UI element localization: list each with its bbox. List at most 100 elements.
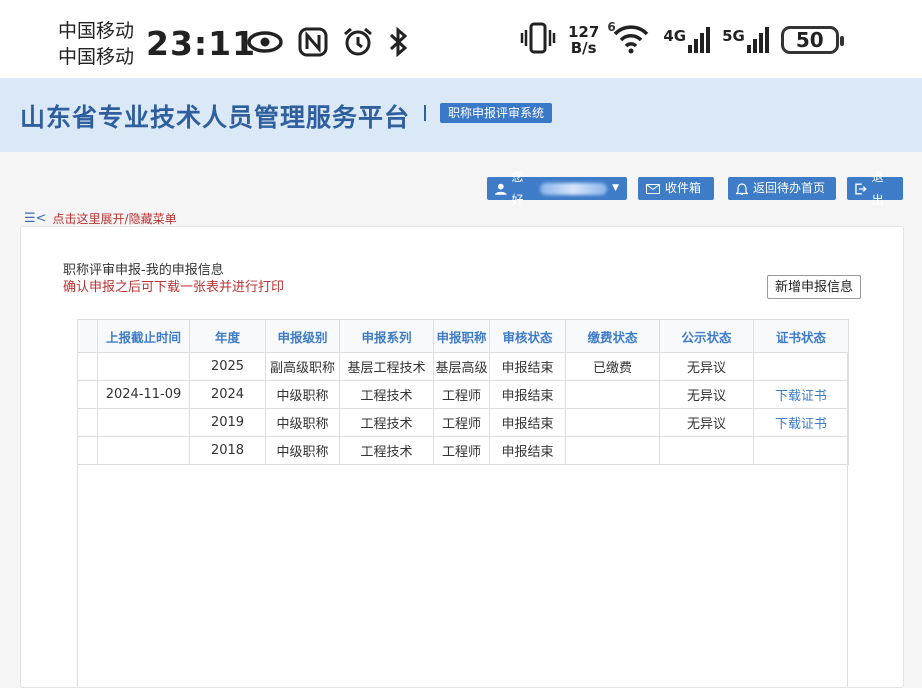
todo-home-label: 返回待办首页 [753, 181, 826, 195]
info-note: 确认申报之后可下载一张表并进行打印 [63, 280, 285, 295]
col-header-deadline[interactable]: 上报截止时间 [97, 319, 190, 353]
cell-publicity-status: 无异议 [659, 352, 754, 381]
carrier-1: 中国移动 [58, 20, 135, 42]
col-header-year[interactable]: 年度 [189, 319, 266, 353]
todo-home-button[interactable]: 返回待办首页 [728, 177, 836, 200]
signal-5g: 5G [722, 27, 769, 53]
toggle-menu-label: 点击这里展开/隐藏菜单 [52, 212, 177, 226]
bluetooth-icon [388, 26, 410, 62]
phone-status-bar: 中国移动 中国移动 23:11 127 B/s 6 4G 5G 50 [0, 0, 922, 78]
wifi-icon: 6 [607, 20, 651, 58]
user-menu-button[interactable]: 您好 ▼ [487, 170, 627, 207]
list-icon: ☰< [24, 211, 47, 226]
table-row[interactable]: 2018 中级职称 工程技术 工程师 申报结束 [77, 436, 849, 465]
row-blank [77, 408, 98, 437]
application-table: 上报截止时间 年度 申报级别 申报系列 申报职称 审核状态 缴费状态 公示状态 … [77, 319, 849, 465]
cell-level: 中级职称 [265, 380, 340, 409]
cell-payment-status [565, 436, 660, 465]
net-5g-label: 5G [722, 27, 745, 45]
cell-year: 2024 [189, 380, 266, 409]
bell-icon [736, 183, 748, 195]
toggle-menu-link[interactable]: ☰< 点击这里展开/隐藏菜单 [24, 210, 177, 227]
site-title: 山东省专业技术人员管理服务平台 [20, 103, 411, 132]
cell-certificate-status [753, 352, 849, 381]
alarm-icon [342, 26, 374, 62]
cell-level: 副高级职称 [265, 352, 340, 381]
cell-payment-status [565, 408, 660, 437]
site-header: 山东省专业技术人员管理服务平台 职称申报评审系统 [0, 78, 922, 152]
cell-title: 工程师 [433, 436, 490, 465]
logout-button[interactable]: 退出 [847, 170, 903, 207]
wifi-badge: 6 [607, 20, 616, 34]
speed-value: 127 [568, 23, 600, 41]
signal-bars-icon [688, 27, 711, 53]
cell-title: 工程师 [433, 408, 490, 437]
cell-certificate-status [753, 436, 849, 465]
cell-publicity-status: 无异议 [659, 380, 754, 409]
col-header-payment-status[interactable]: 缴费状态 [565, 319, 660, 353]
cell-publicity-status [659, 436, 754, 465]
caret-down-icon: ▼ [612, 183, 619, 193]
download-certificate-link[interactable]: 下载证书 [753, 408, 849, 437]
main-panel: 职称评审申报-我的申报信息 确认申报之后可下载一张表并进行打印 新增申报信息 上… [20, 226, 904, 688]
clock: 23:11 [146, 24, 257, 63]
network-speed: 127 B/s [568, 24, 599, 56]
cell-payment-status [565, 380, 660, 409]
cell-publicity-status: 无异议 [659, 408, 754, 437]
status-icons-left [246, 26, 410, 62]
cell-payment-status: 已缴费 [565, 352, 660, 381]
system-badge[interactable]: 职称申报评审系统 [440, 103, 553, 123]
status-icons-right: 127 B/s 6 4G 5G 50 [520, 20, 844, 58]
col-header-certificate-status[interactable]: 证书状态 [753, 319, 849, 353]
table-row[interactable]: 2025 副高级职称 基层工程技术 基层高级 申报结束 已缴费 无异议 [77, 352, 849, 381]
cell-series: 工程技术 [339, 380, 434, 409]
cell-review-status: 申报结束 [489, 436, 566, 465]
cell-title: 工程师 [433, 380, 490, 409]
eye-icon [246, 30, 284, 58]
battery-level: 50 [795, 28, 824, 52]
col-header-review-status[interactable]: 审核状态 [489, 319, 566, 353]
cell-year: 2018 [189, 436, 266, 465]
mail-icon [646, 183, 660, 194]
signal-4g: 4G [663, 27, 711, 53]
signal-bars-icon [746, 27, 769, 53]
row-blank [77, 352, 98, 381]
cell-series: 工程技术 [339, 436, 434, 465]
row-blank [77, 436, 98, 465]
cell-deadline [97, 436, 190, 465]
cell-review-status: 申报结束 [489, 380, 566, 409]
col-header-blank [77, 319, 98, 353]
download-certificate-link[interactable]: 下载证书 [753, 380, 849, 409]
cell-review-status: 申报结束 [489, 352, 566, 381]
table-header-row: 上报截止时间 年度 申报级别 申报系列 申报职称 审核状态 缴费状态 公示状态 … [77, 319, 849, 353]
table-row[interactable]: 2024-11-09 2024 中级职称 工程技术 工程师 申报结束 无异议 下… [77, 380, 849, 409]
table-row[interactable]: 2019 中级职称 工程技术 工程师 申报结束 无异议 下载证书 [77, 408, 849, 437]
cell-level: 中级职称 [265, 408, 340, 437]
col-header-title[interactable]: 申报职称 [433, 319, 490, 353]
cell-year: 2019 [189, 408, 266, 437]
cell-year: 2025 [189, 352, 266, 381]
col-header-level[interactable]: 申报级别 [265, 319, 340, 353]
col-header-series[interactable]: 申报系列 [339, 319, 434, 353]
vibrate-icon [520, 22, 556, 58]
username-redacted [539, 182, 608, 195]
battery-icon: 50 [780, 26, 844, 54]
nfc-icon [298, 27, 328, 61]
cell-series: 工程技术 [339, 408, 434, 437]
cell-deadline: 2024-11-09 [97, 380, 190, 409]
speed-unit: B/s [570, 39, 597, 57]
col-header-publicity-status[interactable]: 公示状态 [659, 319, 754, 353]
inbox-button[interactable]: 收件箱 [638, 177, 714, 200]
user-icon [495, 183, 507, 195]
cell-deadline [97, 352, 190, 381]
title-divider [424, 105, 426, 121]
cell-level: 中级职称 [265, 436, 340, 465]
carrier-2: 中国移动 [58, 46, 135, 68]
inbox-label: 收件箱 [665, 181, 702, 195]
cell-review-status: 申报结束 [489, 408, 566, 437]
user-greeting: 您好 [511, 169, 524, 207]
cell-title: 基层高级 [433, 352, 490, 381]
net-4g-label: 4G [663, 27, 687, 45]
cell-series: 基层工程技术 [339, 352, 434, 381]
add-application-button[interactable]: 新增申报信息 [767, 275, 861, 299]
